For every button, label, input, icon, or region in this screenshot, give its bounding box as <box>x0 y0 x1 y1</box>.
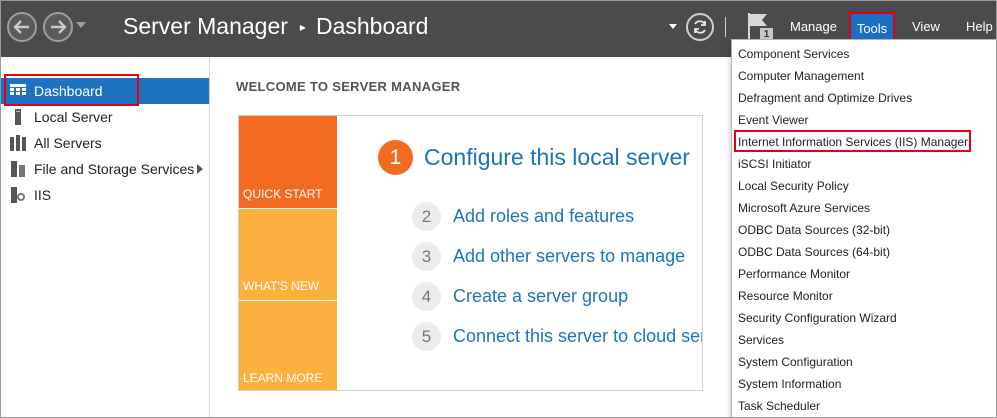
main-content: WELCOME TO SERVER MANAGER QUICK START WH… <box>211 57 703 417</box>
tile-learn-more[interactable]: LEARN MORE <box>239 300 337 390</box>
tile-label: LEARN MORE <box>243 371 323 385</box>
sidebar-item-label: All Servers <box>34 135 102 151</box>
menu-item-local-security-policy[interactable]: Local Security Policy <box>738 175 849 197</box>
step-add-servers[interactable]: 3 Add other servers to manage <box>412 242 685 271</box>
back-button[interactable] <box>7 12 37 42</box>
breadcrumb-page: Dashboard <box>315 13 429 39</box>
menu-help[interactable]: Help <box>966 19 993 34</box>
menu-item-odbc-64[interactable]: ODBC Data Sources (64-bit) <box>738 241 890 263</box>
menu-item-resource-monitor[interactable]: Resource Monitor <box>738 285 833 307</box>
menu-manage[interactable]: Manage <box>790 19 837 34</box>
menu-view[interactable]: View <box>912 19 940 34</box>
sidebar-item-label: IIS <box>34 187 52 203</box>
step-connect-cloud[interactable]: 5 Connect this server to cloud services <box>412 322 702 351</box>
step-configure-local-server[interactable]: 1 Configure this local server <box>378 140 690 175</box>
quick-start-panel: QUICK START WHAT'S NEW LEARN MORE 1 Conf… <box>238 115 703 391</box>
sidebar-item-label: File and Storage Services <box>34 161 195 177</box>
menu-item-iscsi-initiator[interactable]: iSCSI Initiator <box>738 153 811 175</box>
menu-item-odbc-32[interactable]: ODBC Data Sources (32-bit) <box>738 219 890 241</box>
forward-button[interactable] <box>43 12 73 42</box>
page-heading: WELCOME TO SERVER MANAGER <box>236 79 461 94</box>
breadcrumb: Server Manager ▸ Dashboard <box>123 13 428 40</box>
step-number: 4 <box>412 282 441 311</box>
menu-item-services[interactable]: Services <box>738 329 784 351</box>
menu-item-system-configuration[interactable]: System Configuration <box>738 351 853 373</box>
back-arrow-icon <box>13 20 29 34</box>
menu-item-defragment[interactable]: Defragment and Optimize Drives <box>738 87 912 109</box>
menu-item-event-viewer[interactable]: Event Viewer <box>738 109 808 131</box>
iis-manager-highlight-box <box>734 130 971 152</box>
server-icon <box>10 109 26 125</box>
step-number: 3 <box>412 242 441 271</box>
menu-item-security-config-wizard[interactable]: Security Configuration Wizard <box>738 307 897 329</box>
expand-arrow-icon[interactable] <box>197 164 203 174</box>
server-manager-window: Server Manager ▸ Dashboard 1 Manage Tool… <box>0 0 997 418</box>
tile-quick-start[interactable]: QUICK START <box>239 116 337 208</box>
menu-item-task-scheduler[interactable]: Task Scheduler <box>738 395 820 417</box>
tile-label: QUICK START <box>243 187 323 201</box>
storage-icon <box>10 161 26 177</box>
history-dropdown-icon[interactable] <box>76 22 86 28</box>
toolbar-divider <box>725 17 726 37</box>
step-link[interactable]: Configure this local server <box>424 144 690 171</box>
step-link[interactable]: Add roles and features <box>453 206 634 227</box>
menu-item-component-services[interactable]: Component Services <box>738 43 849 65</box>
tools-dropdown-menu: Component Services Computer Management D… <box>731 39 996 417</box>
refresh-icon <box>694 20 706 34</box>
step-number: 2 <box>412 202 441 231</box>
step-number: 1 <box>378 140 413 175</box>
sidebar-item-iis[interactable]: IIS <box>1 182 209 208</box>
step-link[interactable]: Create a server group <box>453 286 628 307</box>
step-link[interactable]: Connect this server to cloud services <box>453 326 702 347</box>
menu-item-system-information[interactable]: System Information <box>738 373 841 395</box>
step-create-group[interactable]: 4 Create a server group <box>412 282 628 311</box>
forward-arrow-icon <box>51 20 67 34</box>
menu-item-azure-services[interactable]: Microsoft Azure Services <box>738 197 870 219</box>
step-number: 5 <box>412 322 441 351</box>
menu-item-computer-management[interactable]: Computer Management <box>738 65 864 87</box>
sidebar-item-label: Local Server <box>34 109 113 125</box>
refresh-button[interactable] <box>686 13 714 41</box>
breadcrumb-app[interactable]: Server Manager <box>123 13 288 40</box>
sidebar: Dashboard Local Server All Servers File … <box>1 57 210 417</box>
sidebar-item-all-servers[interactable]: All Servers <box>1 130 209 156</box>
tile-whats-new[interactable]: WHAT'S NEW <box>239 208 337 300</box>
breadcrumb-separator-icon: ▸ <box>299 19 306 34</box>
tile-label: WHAT'S NEW <box>243 279 320 293</box>
breadcrumb-dropdown-icon[interactable] <box>669 24 677 29</box>
menu-item-performance-monitor[interactable]: Performance Monitor <box>738 263 850 285</box>
dashboard-highlight-box <box>4 74 139 106</box>
step-add-roles[interactable]: 2 Add roles and features <box>412 202 634 231</box>
sidebar-item-file-storage[interactable]: File and Storage Services <box>1 156 209 182</box>
servers-icon <box>10 135 26 151</box>
iis-icon <box>10 187 26 203</box>
sidebar-item-local-server[interactable]: Local Server <box>1 104 209 130</box>
step-link[interactable]: Add other servers to manage <box>453 246 685 267</box>
